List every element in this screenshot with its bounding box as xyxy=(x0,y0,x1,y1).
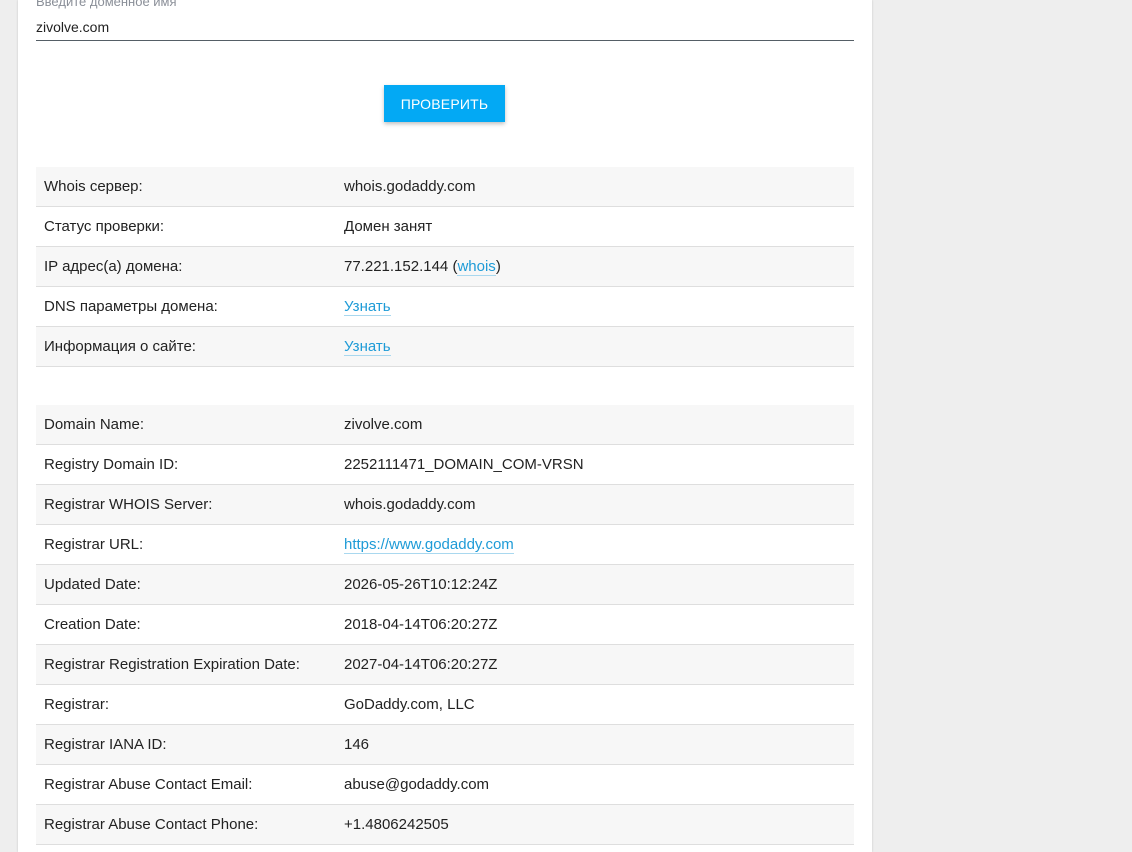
ip-whois-link[interactable]: whois xyxy=(457,258,496,276)
table-row: Registrar URL: https://www.godaddy.com xyxy=(36,524,854,565)
row-value: https://www.godaddy.com xyxy=(336,524,854,565)
table-row: IP адрес(а) домена: 77.221.152.144 (whoi… xyxy=(36,246,854,287)
row-key: Registrar IANA ID: xyxy=(36,724,336,765)
row-value: abuse@godaddy.com xyxy=(336,764,854,805)
table-row: Информация о сайте: Узнать xyxy=(36,326,854,367)
table-row: DNS параметры домена: Узнать xyxy=(36,286,854,327)
ip-address: 77.221.152.144 xyxy=(344,258,449,275)
row-key: Registry Domain ID: xyxy=(36,444,336,485)
row-value: whois.godaddy.com xyxy=(336,167,854,207)
row-key: Registrar URL: xyxy=(36,524,336,565)
row-key: IP адрес(а) домена: xyxy=(36,246,336,287)
row-key: Creation Date: xyxy=(36,604,336,645)
row-value: 2018-04-14T06:20:27Z xyxy=(336,604,854,645)
row-value: GoDaddy.com, LLC xyxy=(336,684,854,725)
whois-card: Введите доменное имя ПРОВЕРИТЬ Whois сер… xyxy=(18,0,872,852)
registrar-url-link[interactable]: https://www.godaddy.com xyxy=(344,536,514,554)
row-value: Домен занят xyxy=(336,206,854,247)
row-value: Узнать xyxy=(336,286,854,327)
table-row: Updated Date: 2026-05-26T10:12:24Z xyxy=(36,564,854,605)
table-row: Registrar Registration Expiration Date: … xyxy=(36,644,854,685)
row-key: Registrar Abuse Contact Email: xyxy=(36,764,336,805)
row-key: Registrar Abuse Contact Phone: xyxy=(36,804,336,845)
row-value: +1.4806242505 xyxy=(336,804,854,845)
table-row: Статус проверки: Домен занят xyxy=(36,206,854,247)
domain-input[interactable] xyxy=(36,14,854,41)
row-key: Информация о сайте: xyxy=(36,326,336,367)
row-value: whois.godaddy.com xyxy=(336,484,854,525)
row-key: Registrar: xyxy=(36,684,336,725)
row-value: 2026-05-26T10:12:24Z xyxy=(336,564,854,605)
table-row: Creation Date: 2018-04-14T06:20:27Z xyxy=(36,604,854,645)
site-info-link[interactable]: Узнать xyxy=(344,338,391,356)
row-key: Domain Name: xyxy=(36,405,336,445)
whois-table: Domain Name: zivolve.com Registry Domain… xyxy=(36,405,854,845)
summary-table: Whois сервер: whois.godaddy.com Статус п… xyxy=(36,167,854,367)
table-row: Registrar Abuse Contact Phone: +1.480624… xyxy=(36,804,854,845)
row-value: 2252111471_DOMAIN_COM-VRSN xyxy=(336,444,854,485)
row-key: Registrar WHOIS Server: xyxy=(36,484,336,525)
table-row: Whois сервер: whois.godaddy.com xyxy=(36,167,854,207)
row-value: 2027-04-14T06:20:27Z xyxy=(336,644,854,685)
table-row: Domain Name: zivolve.com xyxy=(36,405,854,445)
table-row: Registrar IANA ID: 146 xyxy=(36,724,854,765)
row-key: Registrar Registration Expiration Date: xyxy=(36,644,336,685)
row-key: Статус проверки: xyxy=(36,206,336,247)
row-value: 77.221.152.144 (whois) xyxy=(336,246,854,287)
row-value: 146 xyxy=(336,724,854,765)
row-key: Updated Date: xyxy=(36,564,336,605)
row-value: zivolve.com xyxy=(336,405,854,445)
domain-input-label: Введите доменное имя xyxy=(36,0,177,9)
table-row: Registrar WHOIS Server: whois.godaddy.co… xyxy=(36,484,854,525)
dns-info-link[interactable]: Узнать xyxy=(344,298,391,316)
check-button[interactable]: ПРОВЕРИТЬ xyxy=(384,85,505,122)
row-key: DNS параметры домена: xyxy=(36,286,336,327)
table-row: Registrar Abuse Contact Email: abuse@god… xyxy=(36,764,854,805)
row-key: Whois сервер: xyxy=(36,167,336,207)
table-row: Registry Domain ID: 2252111471_DOMAIN_CO… xyxy=(36,444,854,485)
row-value: Узнать xyxy=(336,326,854,367)
table-row: Registrar: GoDaddy.com, LLC xyxy=(36,684,854,725)
